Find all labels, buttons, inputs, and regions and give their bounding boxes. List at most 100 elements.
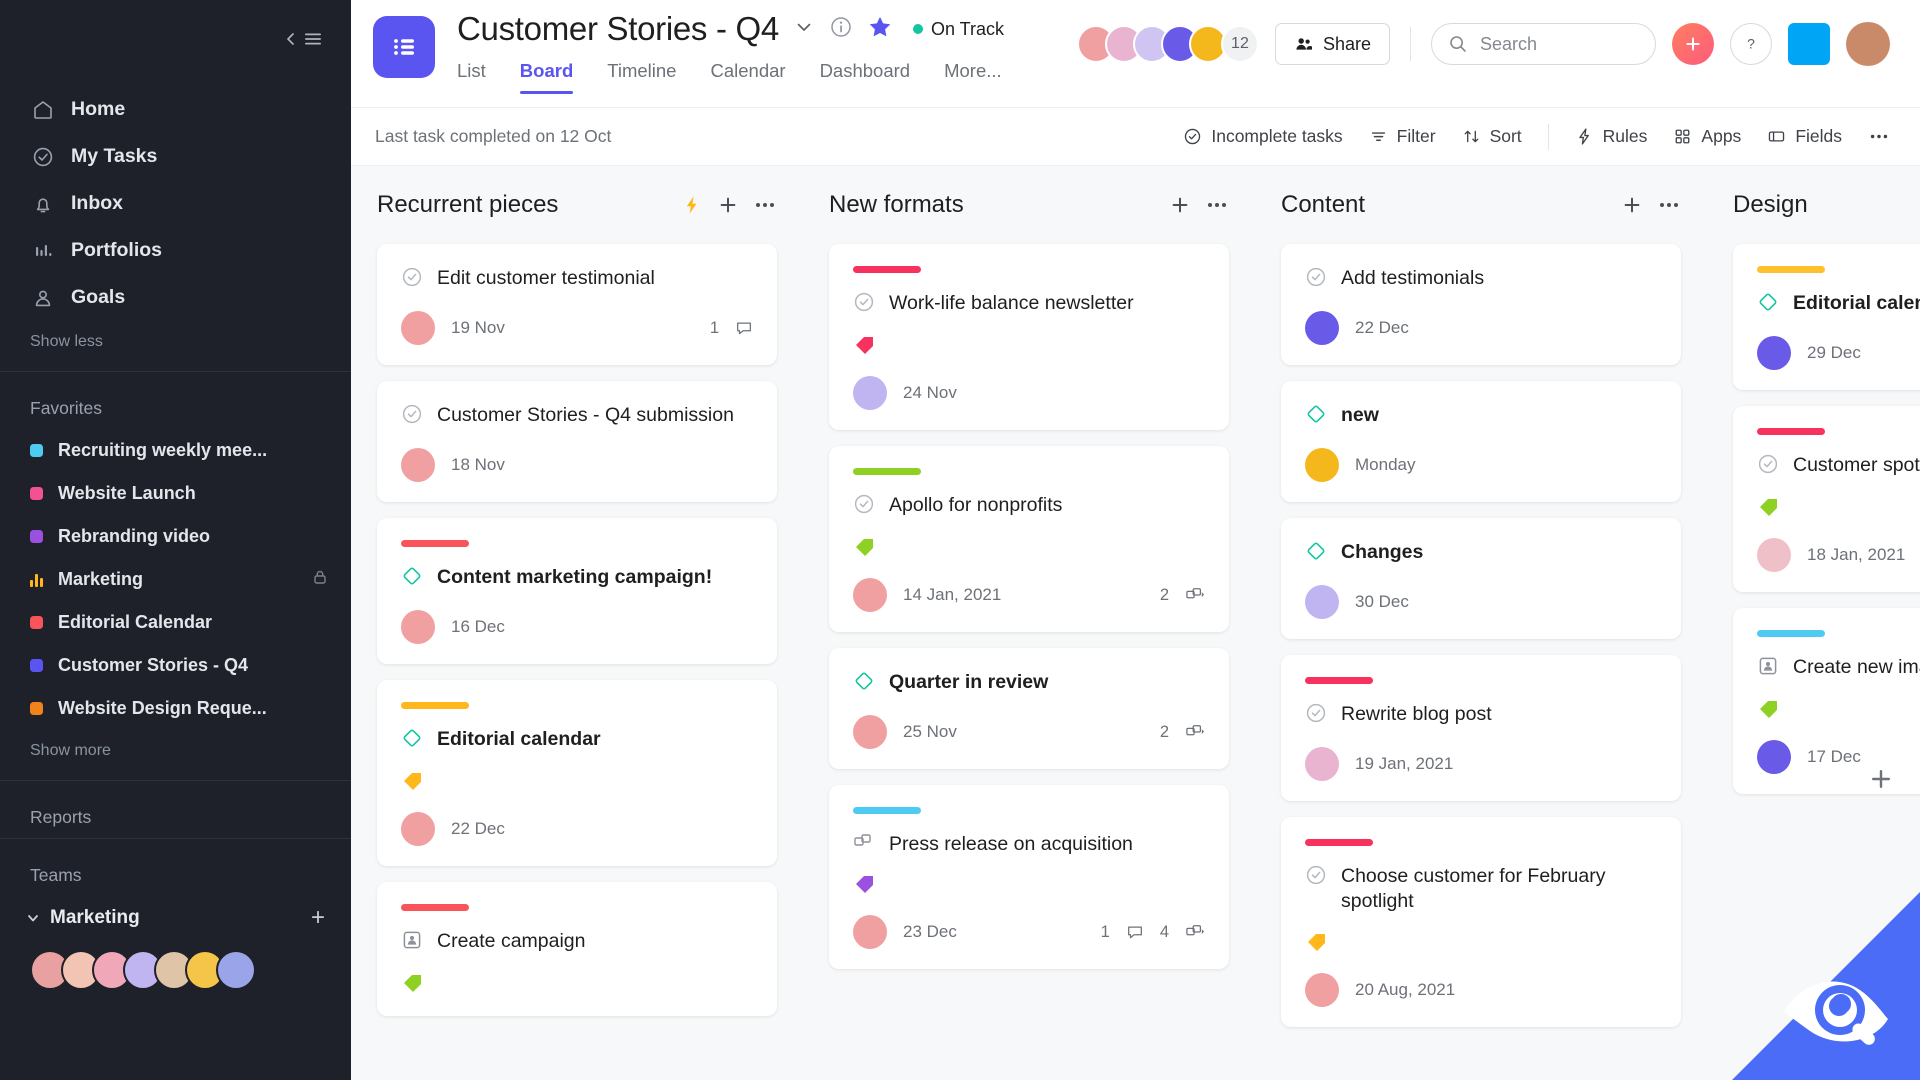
task-card[interactable]: Customer Stories - Q4 submission 18 Nov xyxy=(377,381,777,502)
filter-button[interactable]: Filter xyxy=(1369,126,1436,147)
status-badge[interactable]: On Track xyxy=(912,19,1004,40)
check-circle-icon[interactable] xyxy=(1305,266,1327,293)
avatar[interactable] xyxy=(1305,448,1339,482)
avatar[interactable] xyxy=(1305,972,1339,1007)
task-card[interactable]: Choose customer for February spotlight 2… xyxy=(1281,817,1681,1027)
task-card[interactable]: Content marketing campaign! 16 Dec xyxy=(377,518,777,664)
subtask-icon[interactable] xyxy=(853,832,875,857)
favorite-item-website-design-requests[interactable]: Website Design Reque... xyxy=(0,687,351,730)
check-circle-icon[interactable] xyxy=(401,403,423,430)
task-card[interactable]: Apollo for nonprofits 14 Jan, 2021 2 xyxy=(829,446,1229,632)
add-team-button[interactable]: + xyxy=(311,904,325,932)
task-card[interactable]: Customer spotlight 18 Jan, 2021 xyxy=(1733,406,1920,592)
bolt-icon[interactable] xyxy=(681,194,703,216)
add-card-button[interactable] xyxy=(1169,194,1191,216)
avatar[interactable] xyxy=(1305,585,1339,619)
profile-avatar[interactable] xyxy=(1846,22,1890,66)
fields-button[interactable]: Fields xyxy=(1767,126,1842,147)
avatar[interactable] xyxy=(853,715,887,749)
sidebar-item-inbox[interactable]: Inbox xyxy=(0,180,351,227)
add-column-button[interactable] xyxy=(1868,766,1894,800)
app-switcher-button[interactable] xyxy=(1788,23,1830,65)
diamond-icon[interactable] xyxy=(401,727,423,754)
column-menu-button[interactable] xyxy=(1657,194,1681,216)
tab-calendar[interactable]: Calendar xyxy=(710,60,785,94)
avatar[interactable] xyxy=(401,610,435,644)
diamond-icon[interactable] xyxy=(1305,540,1327,567)
team-group-marketing[interactable]: Marketing + xyxy=(0,896,351,940)
collapse-sidebar-button[interactable] xyxy=(283,31,323,47)
diamond-icon[interactable] xyxy=(1305,403,1327,430)
task-card[interactable]: Editorial calendar 22 Dec xyxy=(377,680,777,866)
avatar[interactable] xyxy=(1305,311,1339,345)
help-button[interactable]: ? xyxy=(1730,23,1772,65)
avatar[interactable] xyxy=(401,812,435,846)
task-card[interactable]: Edit customer testimonial 19 Nov 1 xyxy=(377,244,777,365)
tab-dashboard[interactable]: Dashboard xyxy=(820,60,911,94)
avatar[interactable] xyxy=(401,311,435,345)
info-icon[interactable] xyxy=(829,15,853,44)
favorite-item-customer-stories-q4[interactable]: Customer Stories - Q4 xyxy=(0,644,351,687)
task-card[interactable]: Quarter in review 25 Nov 2 xyxy=(829,648,1229,769)
check-circle-icon[interactable] xyxy=(853,291,875,318)
diamond-icon[interactable] xyxy=(401,565,423,592)
add-card-button[interactable] xyxy=(717,194,739,216)
column-menu-button[interactable] xyxy=(753,194,777,216)
avatar[interactable] xyxy=(1757,538,1791,572)
favorite-item-marketing[interactable]: Marketing xyxy=(0,558,351,601)
favorite-item-editorial-calendar[interactable]: Editorial Calendar xyxy=(0,601,351,644)
task-card[interactable]: Editorial calendar 29 Dec xyxy=(1733,244,1920,390)
incomplete-tasks-button[interactable]: Incomplete tasks xyxy=(1183,126,1343,147)
avatar[interactable] xyxy=(1305,747,1339,781)
sidebar-item-my-tasks[interactable]: My Tasks xyxy=(0,133,351,180)
star-icon[interactable] xyxy=(867,14,893,45)
tab-more[interactable]: More... xyxy=(944,60,1002,94)
apps-button[interactable]: Apps xyxy=(1673,126,1741,147)
tab-timeline[interactable]: Timeline xyxy=(607,60,676,94)
show-less-button[interactable]: Show less xyxy=(0,321,351,371)
check-circle-icon[interactable] xyxy=(1305,702,1327,729)
approval-icon[interactable] xyxy=(1757,655,1779,682)
task-card[interactable]: Rewrite blog post 19 Jan, 2021 xyxy=(1281,655,1681,801)
rules-button[interactable]: Rules xyxy=(1575,126,1647,147)
sort-button[interactable]: Sort xyxy=(1462,126,1522,147)
quick-add-button[interactable] xyxy=(1672,23,1714,65)
task-card[interactable]: Work-life balance newsletter 24 Nov xyxy=(829,244,1229,430)
more-options-button[interactable] xyxy=(1868,127,1890,146)
task-card[interactable]: Create campaign xyxy=(377,882,777,1016)
favorite-item-recruiting-weekly-meeting[interactable]: Recruiting weekly mee... xyxy=(0,429,351,472)
avatar[interactable] xyxy=(853,376,887,410)
task-card[interactable]: Add testimonials 22 Dec xyxy=(1281,244,1681,365)
chevron-down-icon[interactable] xyxy=(793,16,815,43)
sidebar-item-home[interactable]: Home xyxy=(0,86,351,133)
kanban-board[interactable]: Recurrent pieces Edit customer testimoni… xyxy=(351,166,1920,1080)
member-count-badge[interactable]: 12 xyxy=(1220,25,1259,63)
sidebar-item-goals[interactable]: Goals xyxy=(0,274,351,321)
check-circle-icon[interactable] xyxy=(1305,864,1327,891)
avatar[interactable] xyxy=(853,915,887,950)
task-card[interactable]: Press release on acquisition 23 Dec 1 4 xyxy=(829,785,1229,970)
task-card[interactable]: Changes 30 Dec xyxy=(1281,518,1681,639)
task-card[interactable]: new Monday xyxy=(1281,381,1681,502)
add-card-button[interactable] xyxy=(1621,194,1643,216)
search-input[interactable]: Search xyxy=(1431,23,1656,65)
tab-list[interactable]: List xyxy=(457,60,486,94)
favorite-item-website-launch[interactable]: Website Launch xyxy=(0,472,351,515)
favorite-item-rebranding-video[interactable]: Rebranding video xyxy=(0,515,351,558)
tab-board[interactable]: Board xyxy=(519,60,574,94)
show-more-button[interactable]: Show more xyxy=(0,730,351,780)
check-circle-icon[interactable] xyxy=(1757,453,1779,480)
check-circle-icon[interactable] xyxy=(853,493,875,520)
approval-icon[interactable] xyxy=(401,929,423,956)
avatar[interactable] xyxy=(216,950,256,990)
diamond-icon[interactable] xyxy=(853,670,875,697)
diamond-icon[interactable] xyxy=(1757,291,1779,318)
avatar[interactable] xyxy=(401,448,435,482)
avatar[interactable] xyxy=(1757,336,1791,370)
avatar[interactable] xyxy=(1757,740,1791,774)
column-menu-button[interactable] xyxy=(1205,194,1229,216)
check-circle-icon[interactable] xyxy=(401,266,423,293)
share-button[interactable]: Share xyxy=(1274,23,1390,65)
avatar[interactable] xyxy=(853,578,887,612)
sidebar-item-portfolios[interactable]: Portfolios xyxy=(0,227,351,274)
